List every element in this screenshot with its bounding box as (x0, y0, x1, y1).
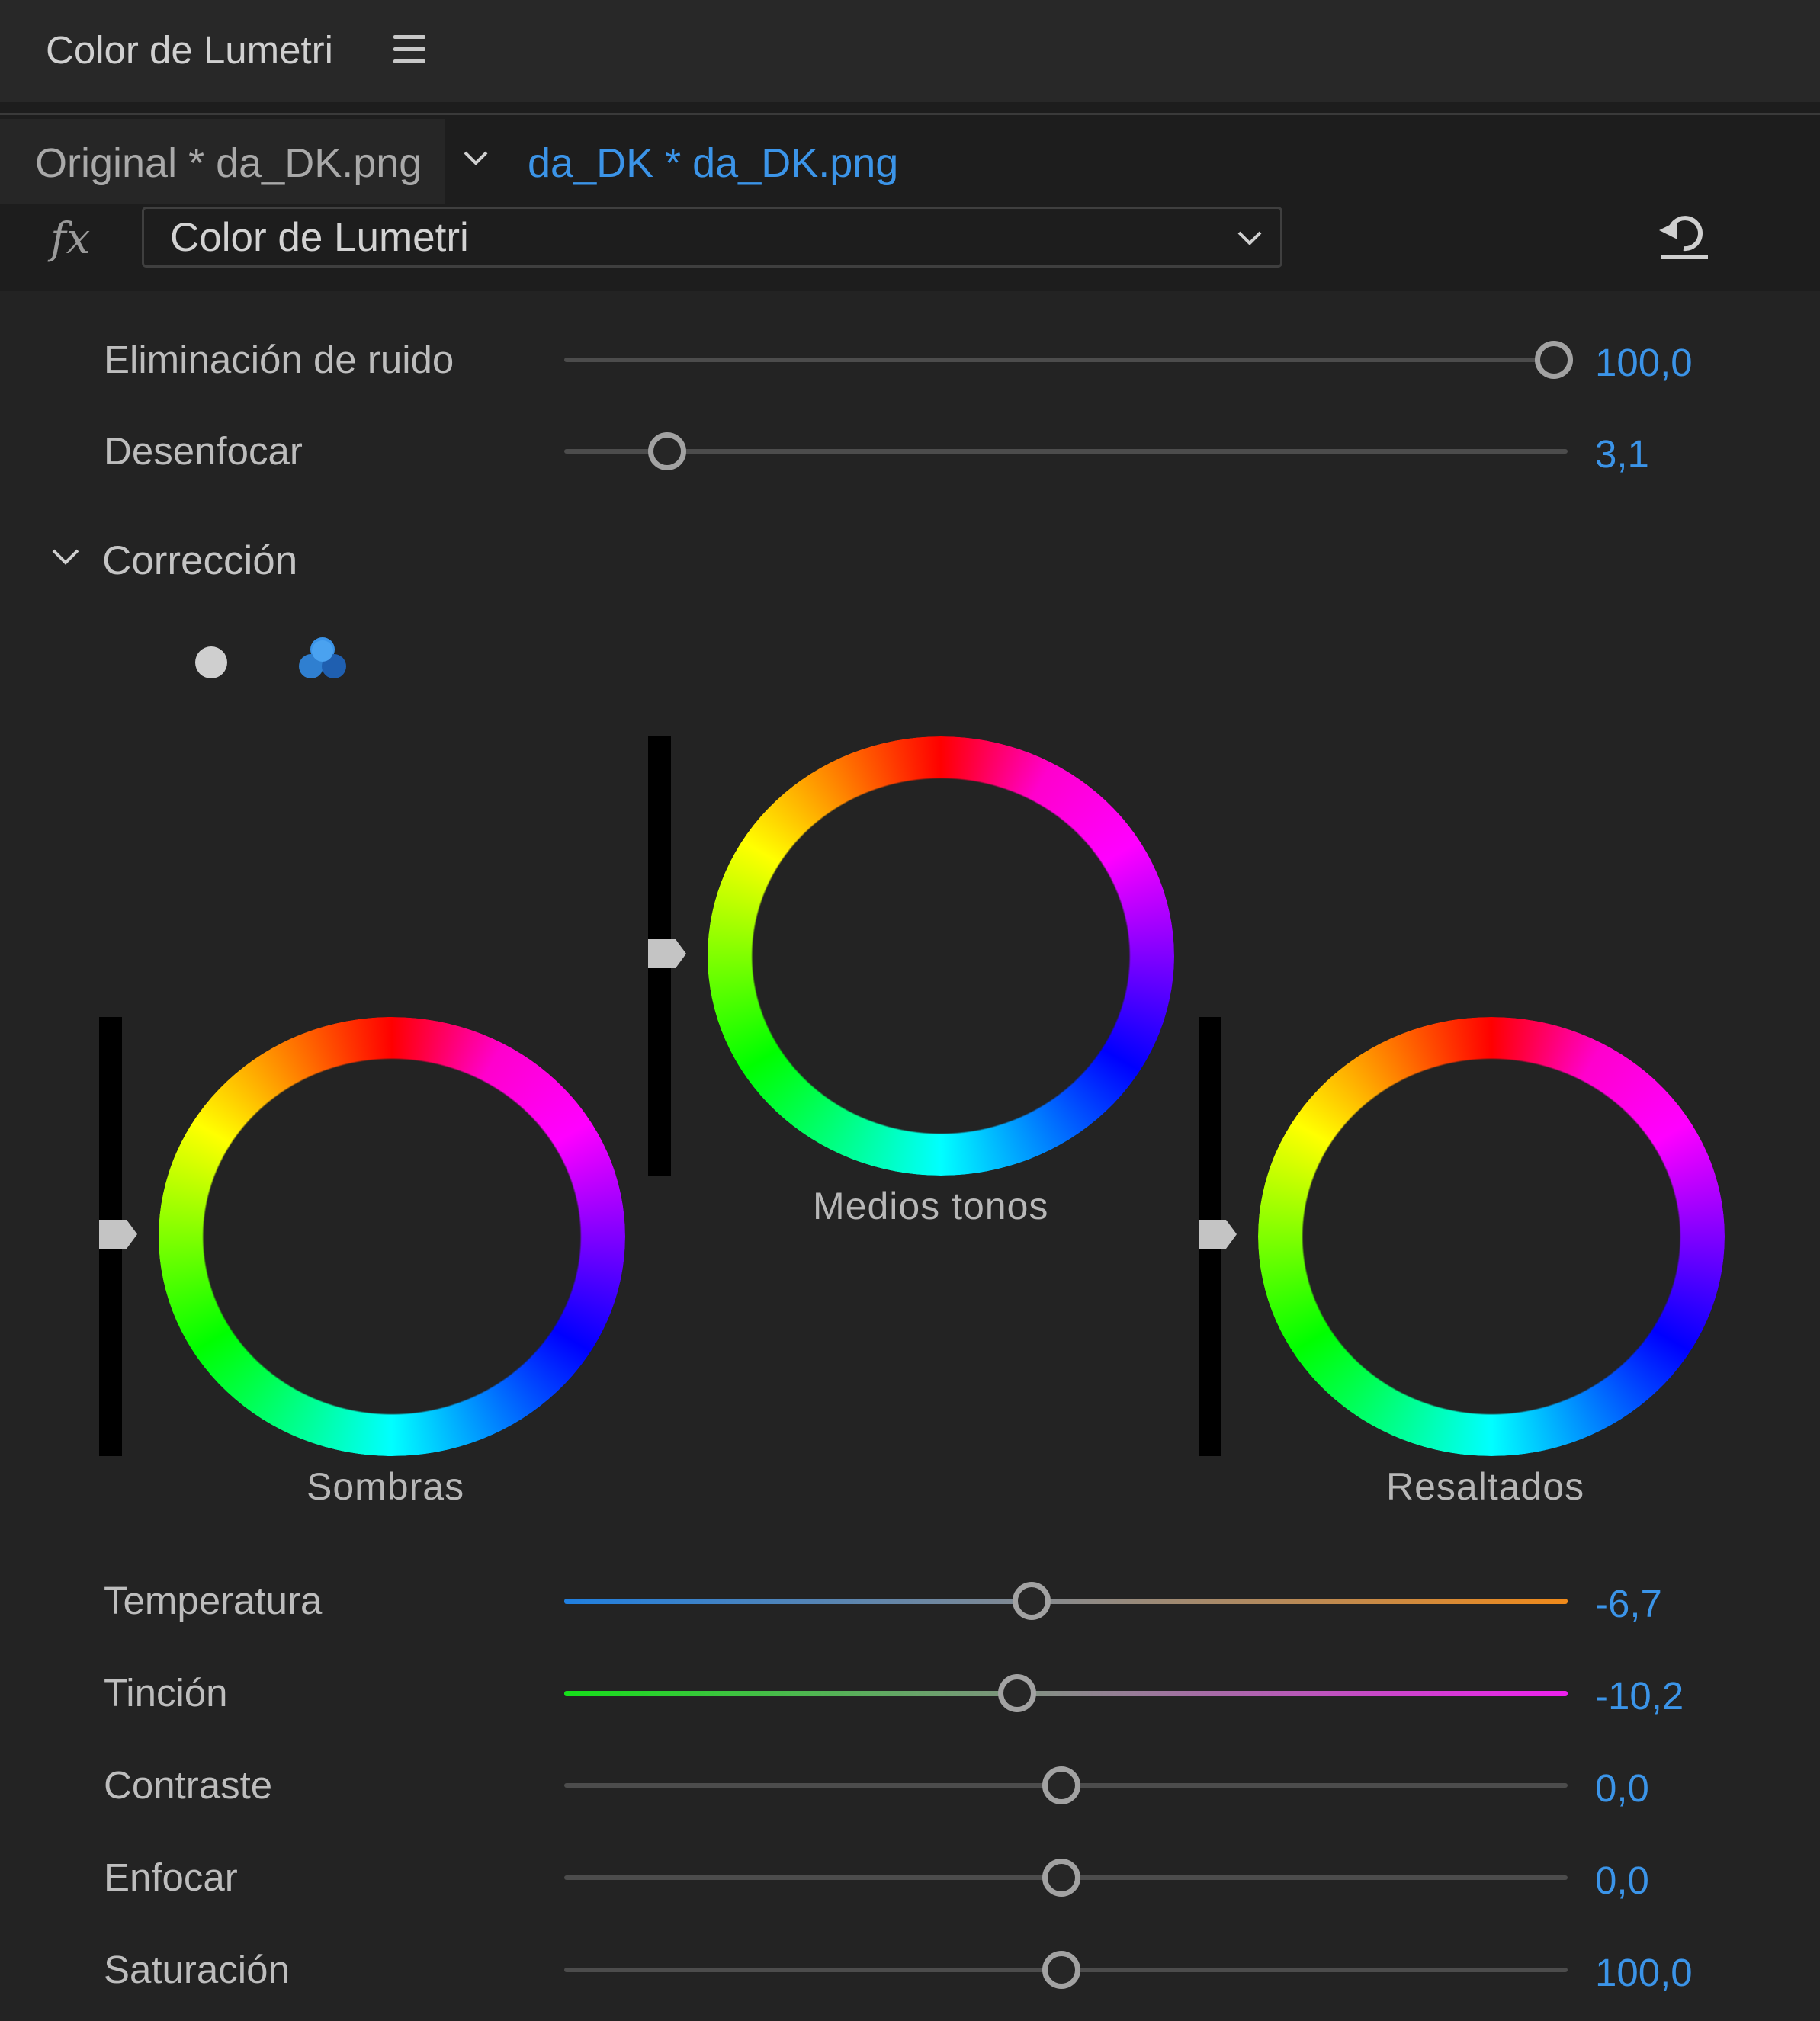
contraste-slider-knob[interactable] (1042, 1766, 1080, 1804)
single-wheel-icon[interactable] (195, 646, 227, 678)
midtones-label: Medios tonos (813, 1185, 1049, 1227)
temperatura-slider-track[interactable] (564, 1599, 1568, 1604)
highlights-color-wheel[interactable] (1258, 1017, 1725, 1456)
enfocar-label: Enfocar (104, 1856, 238, 1899)
shadows-color-wheel[interactable] (159, 1017, 625, 1456)
effect-select[interactable]: Color de Lumetri (142, 207, 1282, 268)
temperatura-label: Temperatura (104, 1579, 323, 1622)
tab-active-clip[interactable]: da_DK * da_DK.png (528, 134, 898, 192)
contraste-value[interactable]: 0,0 (1595, 1764, 1649, 1813)
midtones-level-handle[interactable] (648, 939, 686, 968)
eliminacion-de-ruido-value[interactable]: 100,0 (1595, 338, 1693, 387)
fx-icon[interactable]: fx (50, 212, 90, 267)
chevron-down-icon[interactable] (49, 544, 82, 569)
effect-select-value: Color de Lumetri (170, 215, 469, 260)
saturacion-label: Saturación (104, 1948, 290, 1991)
shadows-label: Sombras (307, 1465, 465, 1508)
desenfocar-value[interactable]: 3,1 (1595, 430, 1649, 479)
contraste-label: Contraste (104, 1763, 273, 1807)
enfocar-value[interactable]: 0,0 (1595, 1856, 1649, 1905)
saturacion-value[interactable]: 100,0 (1595, 1949, 1693, 1997)
tincion-value[interactable]: -10,2 (1595, 1672, 1684, 1721)
tincion-label: Tinción (104, 1671, 228, 1715)
divider (0, 113, 1820, 115)
tincion-slider-knob[interactable] (997, 1674, 1036, 1712)
temperatura-value[interactable]: -6,7 (1595, 1580, 1662, 1628)
hamburger-menu-icon[interactable] (393, 34, 429, 66)
saturacion-slider-knob[interactable] (1042, 1951, 1080, 1989)
tincion-slider-track[interactable] (564, 1691, 1568, 1696)
midtones-color-wheel[interactable] (708, 736, 1174, 1176)
highlights-level-handle[interactable] (1199, 1220, 1237, 1249)
temperatura-slider-knob[interactable] (1013, 1582, 1051, 1620)
eliminacion-de-ruido-slider-knob[interactable] (1535, 341, 1573, 379)
chevron-down-icon[interactable] (461, 146, 491, 169)
desenfocar-slider-track[interactable] (564, 449, 1568, 454)
desenfocar-label: Desenfocar (104, 429, 303, 473)
highlights-label: Resaltados (1386, 1465, 1585, 1508)
chevron-down-icon (1237, 231, 1262, 245)
eliminacion-de-ruido-label: Eliminación de ruido (104, 338, 454, 381)
three-wheels-icon[interactable] (296, 634, 349, 683)
desenfocar-slider-knob[interactable] (648, 432, 687, 470)
shadows-level-handle[interactable] (99, 1220, 137, 1249)
eliminacion-de-ruido-slider-track[interactable] (564, 358, 1568, 362)
panel-title: Color de Lumetri (46, 28, 333, 72)
tab-original[interactable]: Original * da_DK.png (35, 134, 422, 192)
section-title-correction[interactable]: Corrección (102, 537, 297, 585)
enfocar-slider-knob[interactable] (1042, 1859, 1080, 1897)
reset-icon[interactable] (1655, 210, 1712, 262)
